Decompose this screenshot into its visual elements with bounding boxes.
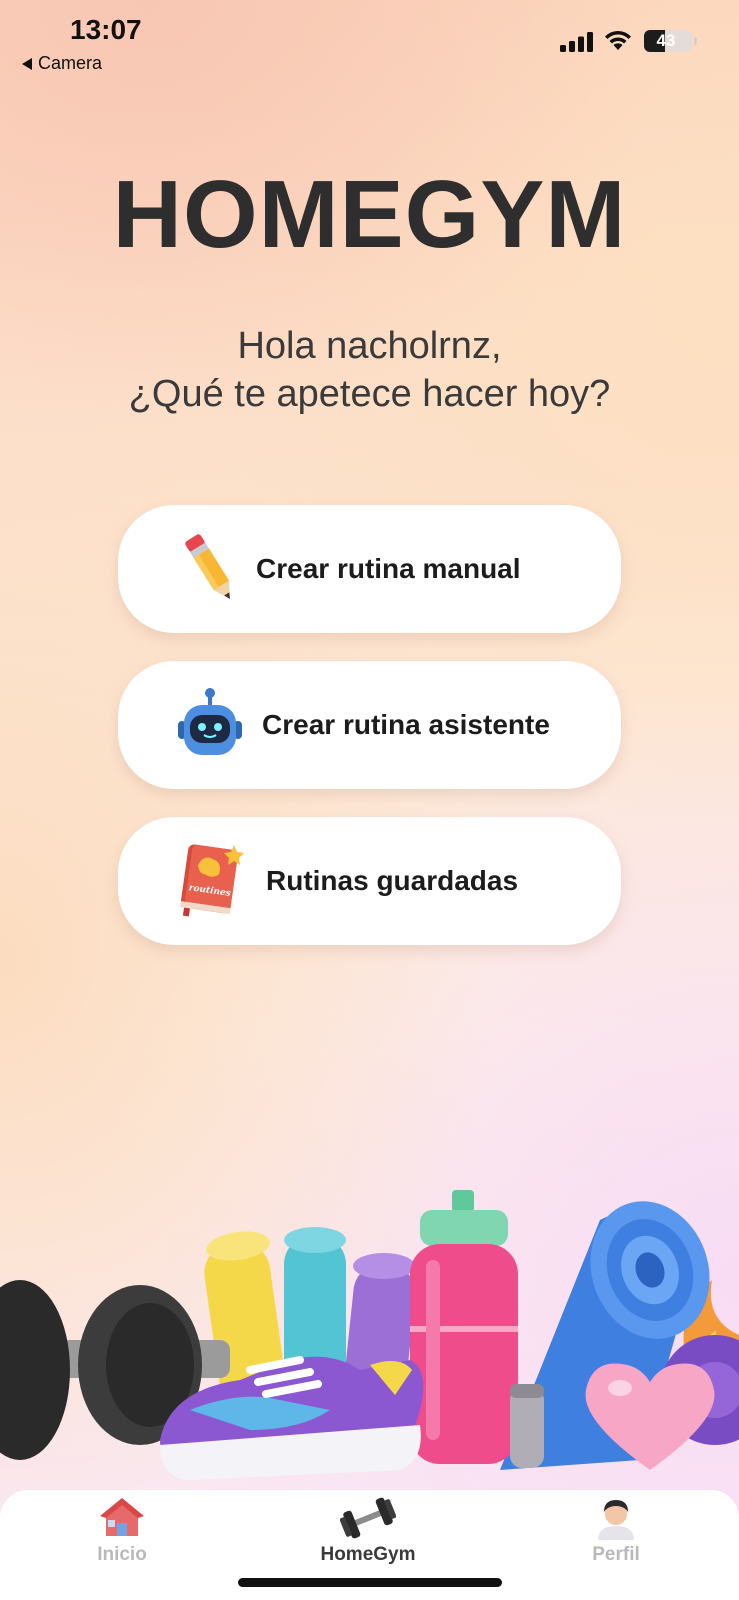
home-indicator[interactable] (238, 1578, 502, 1587)
status-time: 13:07 (70, 14, 142, 45)
back-link-label: Camera (38, 53, 103, 73)
fitness-equipment-illustration (0, 1190, 739, 1480)
tab-inicio-label: Inicio (97, 1544, 147, 1565)
cellular-signal-icon (560, 32, 593, 52)
saved-routines-button[interactable]: routines Rutinas guardadas (118, 817, 621, 945)
tab-perfil[interactable]: Perfil (546, 1496, 686, 1576)
tab-homegym-label: HomeGym (320, 1544, 416, 1565)
create-assistant-routine-button[interactable]: Crear rutina asistente (118, 661, 621, 789)
supplement-bottle-icon (510, 1384, 544, 1468)
user-avatar-icon (598, 1500, 634, 1540)
saved-routines-label: Rutinas guardadas (266, 865, 519, 896)
app-title: HOMEGYM (112, 161, 627, 268)
battery-level-text: 43 (656, 31, 676, 50)
create-assistant-routine-label: Crear rutina asistente (262, 709, 550, 740)
tab-homegym[interactable]: HomeGym (298, 1496, 438, 1576)
greeting-text: Hola nacholrnz, ¿Qué te apetece hacer ho… (0, 322, 739, 418)
greeting-line-1: Hola nacholrnz, (237, 325, 502, 367)
back-arrow-icon (22, 57, 32, 70)
status-bar: 13:07 Camera 43 (0, 0, 739, 90)
house-icon (100, 1498, 144, 1536)
battery-indicator: 43 (644, 30, 692, 52)
create-manual-routine-label: Crear rutina manual (256, 553, 521, 584)
greeting-line-2: ¿Qué te apetece hacer hoy? (128, 373, 611, 415)
create-manual-routine-button[interactable]: Crear rutina manual (118, 505, 621, 633)
back-to-camera-link[interactable]: Camera (22, 53, 102, 74)
tab-inicio[interactable]: Inicio (52, 1496, 192, 1576)
water-bottle-icon (410, 1190, 518, 1464)
wifi-icon (605, 30, 631, 50)
battery-cap (694, 37, 697, 45)
dumbbell-icon (340, 1497, 396, 1539)
tab-perfil-label: Perfil (592, 1544, 640, 1565)
